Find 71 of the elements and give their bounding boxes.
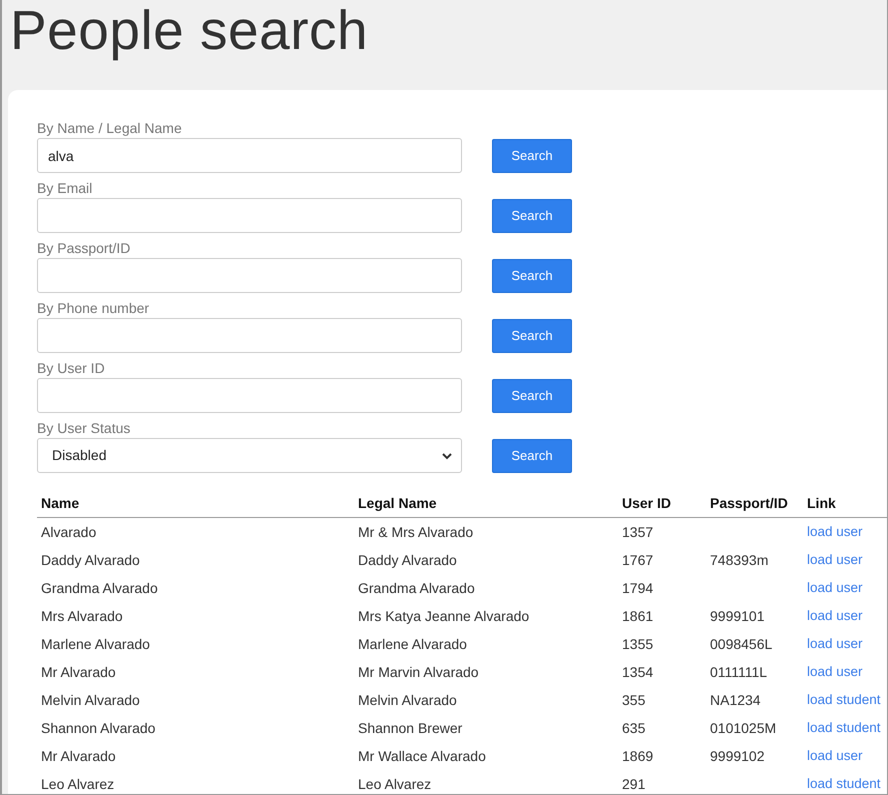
table-cell: Shannon Alvarado <box>41 720 156 736</box>
field-label: By Passport/ID <box>37 239 132 258</box>
table-cell: Daddy Alvarado <box>41 552 140 568</box>
table-cell: Leo Alvarez <box>358 776 432 792</box>
table-cell: NA1234 <box>710 692 761 708</box>
field-label: By Email <box>37 179 94 198</box>
load-link[interactable]: load user <box>807 636 863 652</box>
search-field[interactable] <box>37 378 462 413</box>
search-field[interactable]: alva <box>37 138 462 173</box>
load-link[interactable]: load user <box>807 552 863 568</box>
table-cell: 9999102 <box>710 748 765 764</box>
table-cell: 1767 <box>622 552 654 568</box>
table-cell: 1355 <box>622 636 654 652</box>
column-header: Legal Name <box>357 494 438 513</box>
field-label: By User ID <box>37 359 106 378</box>
table-cell: 291 <box>622 776 646 792</box>
field-label: By Name / Legal Name <box>37 119 183 138</box>
table-cell: Mr Marvin Alvarado <box>358 664 479 680</box>
table-cell: Melvin Alvarado <box>358 692 457 708</box>
table-cell: 0101025M <box>710 720 776 736</box>
table-cell: Alvarado <box>41 524 96 540</box>
table-cell: Mr Alvarado <box>41 664 116 680</box>
load-link[interactable]: load user <box>807 748 863 764</box>
search-field[interactable] <box>37 198 462 233</box>
table-cell: Mr & Mrs Alvarado <box>358 524 474 540</box>
search-field[interactable] <box>37 318 462 353</box>
table-cell: Mrs Katya Jeanne Alvarado <box>358 608 530 624</box>
table-cell: 0111111L <box>710 664 768 680</box>
table-cell: 1861 <box>622 608 654 624</box>
table-cell: 355 <box>622 692 646 708</box>
load-link[interactable]: load student <box>807 692 881 708</box>
table-cell: 748393m <box>710 552 768 568</box>
search-button[interactable]: Search <box>492 378 572 412</box>
load-link[interactable]: load user <box>807 608 863 624</box>
status-select[interactable]: Disabled <box>37 438 462 473</box>
column-header: Passport/ID <box>709 494 789 513</box>
load-link[interactable]: load user <box>807 580 863 596</box>
column-header: Link <box>806 494 837 513</box>
field-label: By User Status <box>37 419 132 438</box>
table-cell: 9999101 <box>710 608 765 624</box>
table-cell: 1354 <box>622 664 654 680</box>
table-cell: Grandma Alvarado <box>358 580 475 596</box>
search-field[interactable] <box>37 258 462 293</box>
table-cell: Marlene Alvarado <box>358 636 467 652</box>
table-cell: Mr Alvarado <box>41 748 116 764</box>
table-cell: 1357 <box>622 524 654 540</box>
table-cell: Leo Alvarez <box>41 776 114 792</box>
load-link[interactable]: load student <box>807 776 881 792</box>
table-cell: Melvin Alvarado <box>41 692 140 708</box>
load-link[interactable]: load student <box>807 720 881 736</box>
search-button[interactable]: Search <box>492 318 572 352</box>
page-title: People search <box>9 0 370 63</box>
table-cell: 0098456L <box>710 636 772 652</box>
table-cell: 635 <box>622 720 646 736</box>
table-cell: Mr Wallace Alvarado <box>358 748 486 764</box>
table-cell: 1869 <box>622 748 654 764</box>
load-link[interactable]: load user <box>807 524 863 540</box>
column-header: User ID <box>621 494 672 513</box>
search-button[interactable]: Search <box>492 138 572 172</box>
search-button[interactable]: Search <box>492 258 572 292</box>
table-cell: 1794 <box>622 580 654 596</box>
load-link[interactable]: load user <box>807 664 863 680</box>
table-cell: Grandma Alvarado <box>41 580 158 596</box>
table-cell: Mrs Alvarado <box>41 608 123 624</box>
search-button[interactable]: Search <box>492 438 572 472</box>
search-button[interactable]: Search <box>492 198 572 232</box>
table-cell: Marlene Alvarado <box>41 636 150 652</box>
table-cell: Daddy Alvarado <box>358 552 457 568</box>
table-cell: Shannon Brewer <box>358 720 462 736</box>
field-label: By Phone number <box>37 299 150 318</box>
column-header: Name <box>40 494 80 513</box>
